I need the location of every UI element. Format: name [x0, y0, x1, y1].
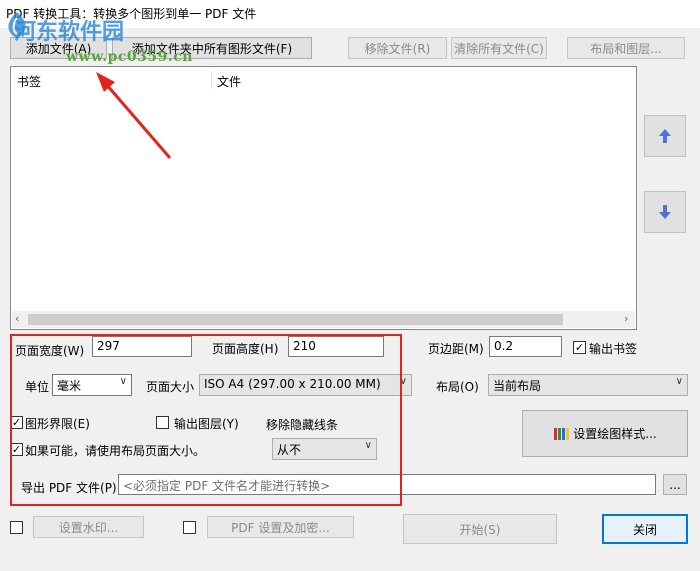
- page-margin-label: 页边距(M): [428, 342, 484, 356]
- plot-style-button[interactable]: 设置绘图样式...: [522, 410, 688, 457]
- page-margin-input[interactable]: 0.2: [489, 336, 562, 357]
- annotation-highlight-box: [10, 334, 402, 506]
- horizontal-scrollbar[interactable]: ‹ ›: [12, 311, 635, 328]
- column-header-bookmark[interactable]: 书签: [17, 73, 41, 90]
- watermark-checkbox[interactable]: [10, 521, 23, 534]
- watermark-text: 河东软件园: [14, 19, 125, 45]
- pencils-icon: [554, 427, 570, 440]
- output-bookmark-label: 输出书签: [589, 342, 638, 356]
- arrow-down-icon: [659, 205, 671, 219]
- layout-label: 布局(O): [436, 380, 479, 394]
- scrollbar-thumb[interactable]: [28, 314, 563, 325]
- scroll-right-icon[interactable]: ›: [624, 312, 628, 325]
- layout-select-value: 当前布局: [493, 379, 542, 393]
- output-bookmark-checkbox[interactable]: ✓: [573, 341, 586, 354]
- pdf-settings-checkbox[interactable]: [183, 521, 196, 534]
- scroll-left-icon[interactable]: ‹: [15, 312, 19, 325]
- chevron-down-icon: ∨: [675, 376, 683, 387]
- close-button[interactable]: 关闭: [602, 514, 688, 544]
- move-up-button[interactable]: [644, 115, 686, 157]
- watermark-url: www.pc0359.cn: [66, 49, 193, 65]
- browse-button[interactable]: ...: [663, 474, 687, 495]
- layout-select[interactable]: 当前布局 ∨: [488, 374, 688, 396]
- clear-all-files-button[interactable]: 清除所有文件(C): [451, 37, 547, 59]
- column-header-file[interactable]: 文件: [217, 73, 241, 90]
- file-list[interactable]: 书签 文件 ‹ ›: [10, 66, 637, 330]
- set-watermark-button[interactable]: 设置水印...: [33, 516, 144, 538]
- move-down-button[interactable]: [644, 191, 686, 233]
- remove-file-button[interactable]: 移除文件(R): [348, 37, 447, 59]
- start-button[interactable]: 开始(S): [403, 514, 557, 544]
- pdf-settings-button[interactable]: PDF 设置及加密...: [207, 516, 354, 538]
- arrow-up-icon: [659, 129, 671, 143]
- plot-style-label: 设置绘图样式...: [573, 427, 657, 441]
- layout-and-layers-button[interactable]: 布局和图层...: [567, 37, 685, 59]
- column-divider[interactable]: [211, 71, 212, 89]
